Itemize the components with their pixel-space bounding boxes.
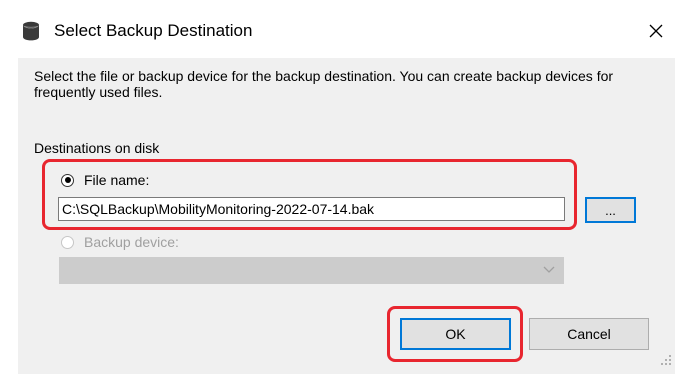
ok-button[interactable]: OK bbox=[400, 318, 511, 350]
close-button[interactable] bbox=[636, 12, 675, 50]
file-path-input[interactable] bbox=[58, 197, 565, 221]
backup-device-label: Backup device: bbox=[84, 234, 179, 250]
backup-device-radio-option[interactable]: Backup device: bbox=[61, 234, 179, 250]
backup-device-dropdown[interactable] bbox=[59, 257, 564, 284]
close-icon bbox=[649, 24, 662, 38]
database-icon bbox=[23, 21, 39, 41]
destinations-group-label: Destinations on disk bbox=[34, 140, 160, 156]
dialog-title: Select Backup Destination bbox=[54, 21, 253, 40]
file-name-radio-option[interactable]: File name: bbox=[61, 172, 149, 188]
file-name-label: File name: bbox=[84, 172, 150, 188]
resize-grip-icon[interactable] bbox=[660, 354, 672, 366]
title-bar: Select Backup Destination bbox=[0, 0, 675, 58]
chevron-down-icon bbox=[543, 266, 555, 273]
select-backup-destination-dialog: Select Backup Destination Select the fil… bbox=[0, 0, 675, 374]
file-name-radio[interactable] bbox=[61, 173, 74, 187]
description-text: Select the file or backup device for the… bbox=[34, 68, 614, 100]
backup-device-radio[interactable] bbox=[61, 235, 74, 249]
browse-button[interactable]: ... bbox=[585, 197, 636, 223]
cancel-button[interactable]: Cancel bbox=[529, 318, 649, 350]
